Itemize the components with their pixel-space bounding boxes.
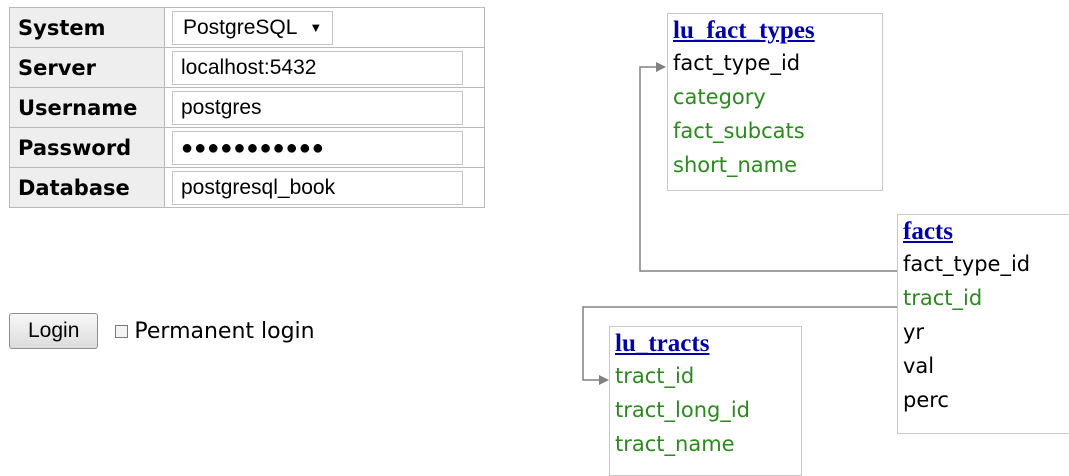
table-lu-tracts: lu_tracts tract_id tract_long_id tract_n… (609, 326, 802, 476)
column-item: short_name (673, 153, 798, 177)
column-item: tract_long_id (615, 398, 751, 422)
table-facts: facts fact_type_id tract_id yr val perc (897, 214, 1069, 434)
column-item: tract_id (903, 286, 983, 310)
column-item: yr (903, 320, 925, 344)
arrow-icon (599, 375, 609, 385)
column-item: fact_type_id (673, 51, 801, 75)
column-item: val (903, 354, 935, 378)
arrow-icon (656, 62, 666, 72)
table-name-link[interactable]: lu_fact_types (673, 16, 877, 46)
column-item: tract_name (615, 432, 735, 456)
column-item: fact_subcats (673, 119, 805, 143)
table-lu-fact-types: lu_fact_types fact_type_id category fact… (667, 13, 883, 191)
table-name-link[interactable]: lu_tracts (615, 329, 796, 359)
column-item: tract_id (615, 364, 695, 388)
column-item: perc (903, 388, 949, 412)
table-name-link[interactable]: facts (903, 217, 1069, 247)
column-item: category (673, 85, 766, 109)
column-item: fact_type_id (903, 252, 1031, 276)
